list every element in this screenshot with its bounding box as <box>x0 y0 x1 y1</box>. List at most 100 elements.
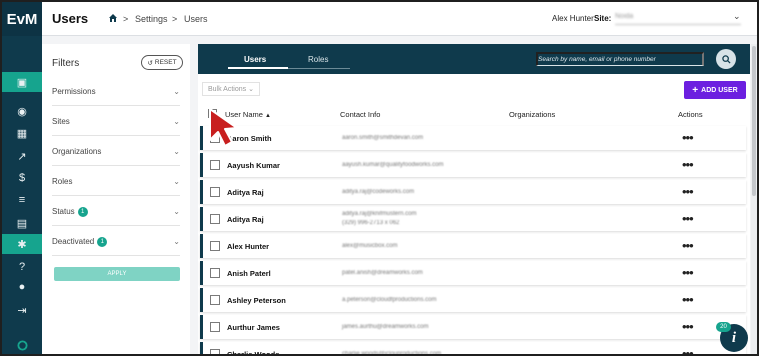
document-icon[interactable]: ▤ <box>2 213 42 233</box>
help-badge: 20 <box>716 322 731 332</box>
contact-phone: (329) 996-2713 x 062 <box>342 220 400 226</box>
tab-roles[interactable]: Roles <box>308 55 328 64</box>
app-logo[interactable]: EvM <box>2 2 42 36</box>
chevron-down-icon: ⌄ <box>173 117 180 126</box>
user-name[interactable]: Aditya Raj <box>227 215 264 224</box>
tab-bar: Users Roles <box>198 44 750 74</box>
users-panel: Users Roles Bulk Actions ⌄ + ADD USER Us… <box>198 44 750 356</box>
user-name[interactable]: Aayush Kumar <box>227 161 280 170</box>
user-name[interactable]: Charlie Woods <box>227 350 279 354</box>
reset-button[interactable]: ↺ RESET <box>141 55 183 70</box>
table-row[interactable]: Aditya Raj aditya.raj@knifmustern.com (329… <box>200 207 746 231</box>
top-bar: Users > Settings > Users Alex Hunter Sit… <box>42 2 757 36</box>
logout-icon[interactable]: ⇥ <box>2 300 42 320</box>
row-checkbox[interactable] <box>210 268 220 278</box>
table-row[interactable]: Aurthur James james.aurthu@dreamworks.com… <box>200 315 746 339</box>
chevron-down-icon: ⌄ <box>173 147 180 156</box>
more-actions-icon[interactable]: ••• <box>682 184 694 199</box>
eye-icon[interactable]: ◉ <box>2 101 42 121</box>
user-name[interactable]: Aurthur James <box>227 323 280 332</box>
bulk-actions-dropdown[interactable]: Bulk Actions ⌄ <box>202 82 260 96</box>
row-checkbox[interactable] <box>210 160 220 170</box>
row-checkbox[interactable] <box>210 214 220 224</box>
row-checkbox[interactable] <box>210 241 220 251</box>
more-actions-icon[interactable]: ••• <box>682 265 694 280</box>
search-button[interactable] <box>716 49 736 69</box>
home-icon[interactable] <box>108 13 118 23</box>
brand-mark-icon <box>2 335 42 354</box>
dollar-icon[interactable]: $ <box>2 168 42 188</box>
row-checkbox[interactable] <box>210 322 220 332</box>
user-name[interactable]: Alex Hunter <box>227 242 269 251</box>
filter-label: Organizations <box>52 147 102 156</box>
list-icon[interactable]: ≡ <box>2 190 42 210</box>
filter-label: Deactivated 1 <box>52 237 108 247</box>
more-actions-icon[interactable]: ••• <box>682 157 694 172</box>
table-row[interactable]: Aaron Smith aaron.smith@smithdevan.com ••• <box>200 126 746 150</box>
column-header-actions: Actions <box>678 110 703 119</box>
more-actions-icon[interactable]: ••• <box>682 319 694 334</box>
contact-info: patel.anish@dreamworks.com <box>342 270 423 276</box>
scrollbar-thumb[interactable] <box>752 46 756 196</box>
chevron-down-icon: ⌄ <box>173 207 180 216</box>
table-row[interactable]: Charlie Woods charlie.woods@iclouproducti… <box>200 342 746 356</box>
person-icon[interactable]: ● <box>2 277 42 297</box>
site-select[interactable]: Noida <box>615 13 741 25</box>
trend-icon[interactable]: ↗ <box>2 146 42 166</box>
apply-button[interactable]: APPLY <box>54 267 180 281</box>
column-header-contact-info: Contact Info <box>340 110 381 119</box>
more-actions-icon[interactable]: ••• <box>682 346 694 354</box>
filter-label: Sites <box>52 117 70 126</box>
gear-icon[interactable]: ✱ <box>2 234 42 254</box>
chevron-down-icon: ⌄ <box>173 237 180 246</box>
row-checkbox[interactable] <box>210 295 220 305</box>
sort-ascending-icon: ▲ <box>265 113 271 119</box>
contact-info: a.peterson@cloudfproductions.com <box>342 297 437 303</box>
left-nav-rail: EvM ▣ ◉ ▦ ↗ $ ≡ ▤ ✱? ● ⇥ <box>2 2 42 354</box>
scrollbar[interactable] <box>751 44 757 354</box>
search-input[interactable] <box>536 52 704 66</box>
contact-info: charlie.woods@iclouproductions.com <box>342 351 442 356</box>
filter-status[interactable]: Status 1 ⌄ <box>52 196 180 226</box>
filter-count-badge: 1 <box>77 207 88 217</box>
add-user-button[interactable]: + ADD USER <box>684 81 746 99</box>
current-user-name: Alex Hunter <box>552 14 594 23</box>
user-name[interactable]: Aditya Raj <box>227 188 264 197</box>
question-icon[interactable]: ? <box>2 257 42 277</box>
info-icon: i <box>731 329 737 346</box>
filter-organizations[interactable]: Organizations ⌄ <box>52 136 180 166</box>
breadcrumb-settings[interactable]: Settings <box>135 14 168 24</box>
row-checkbox[interactable] <box>210 349 220 354</box>
chevron-down-icon: ⌄ <box>248 86 254 93</box>
filters-panel: Filters ↺ RESET Permissions ⌄ Sites ⌄ Organi… <box>42 44 190 354</box>
more-actions-icon[interactable]: ••• <box>682 211 694 226</box>
cursor-arrow-icon <box>209 108 238 147</box>
row-checkbox[interactable] <box>210 187 220 197</box>
chevron-down-icon[interactable]: ⌄ <box>733 11 741 22</box>
filter-permissions[interactable]: Permissions ⌄ <box>52 76 180 106</box>
contact-info: aditya.raj@codeworks.com <box>342 189 415 195</box>
table-row[interactable]: Ashley Peterson a.peterson@cloudfproducti… <box>200 288 746 312</box>
more-actions-icon[interactable]: ••• <box>682 130 694 145</box>
calendar-icon[interactable]: ▦ <box>2 123 42 143</box>
filter-deactivated[interactable]: Deactivated 1 ⌄ <box>52 226 180 256</box>
dashboard-icon[interactable]: ▣ <box>2 72 42 92</box>
more-actions-icon[interactable]: ••• <box>682 292 694 307</box>
user-name[interactable]: Ashley Peterson <box>227 296 286 305</box>
filter-label: Permissions <box>52 87 96 96</box>
filter-sites[interactable]: Sites ⌄ <box>52 106 180 136</box>
table-row[interactable]: Aditya Raj aditya.raj@codeworks.com ••• <box>200 180 746 204</box>
table-row[interactable]: Alex Hunter alex@musicbox.com ••• <box>200 234 746 258</box>
filter-label: Status 1 <box>52 207 88 217</box>
chevron-down-icon: ⌄ <box>173 177 180 186</box>
user-name[interactable]: Anish Paterl <box>227 269 271 278</box>
contact-info: aayush.kumar@qualityfoodworks.com <box>342 162 444 168</box>
tab-users[interactable]: Users <box>244 55 266 64</box>
filter-roles[interactable]: Roles ⌄ <box>52 166 180 196</box>
breadcrumb-separator: > <box>123 14 129 24</box>
more-actions-icon[interactable]: ••• <box>682 238 694 253</box>
table-row[interactable]: Aayush Kumar aayush.kumar@qualityfoodwork… <box>200 153 746 177</box>
table-row[interactable]: Anish Paterl patel.anish@dreamworks.com ••… <box>200 261 746 285</box>
search-icon <box>721 54 731 64</box>
contact-info: alex@musicbox.com <box>342 243 398 249</box>
